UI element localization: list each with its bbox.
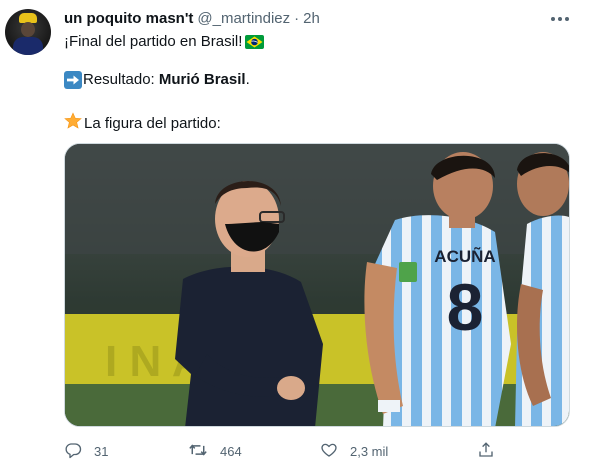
jersey-name: ACUÑA — [434, 246, 495, 266]
tweet-header: un poquito masn't @_martindiez · 2h — [64, 10, 320, 27]
reply-icon — [64, 441, 82, 462]
separator-dot: · — [294, 10, 300, 27]
jersey-number: 8 — [447, 270, 484, 344]
result-period: . — [245, 71, 250, 88]
like-button[interactable]: 2,3 mil — [320, 441, 388, 462]
like-icon — [320, 441, 338, 462]
tweet-text-line-2: Resultado: Murió Brasil. — [64, 70, 250, 90]
tweet-text-line-1: ¡Final del partido en Brasil! — [64, 32, 265, 55]
reply-button[interactable]: 31 — [64, 441, 108, 462]
photo-scene: I N A P ACUÑA 8 — [65, 144, 569, 426]
retweet-button[interactable]: 464 — [188, 441, 242, 462]
tweet-timestamp[interactable]: 2h — [303, 10, 320, 27]
like-count: 2,3 mil — [350, 444, 389, 459]
figure-text: La figura del partido: — [84, 115, 221, 132]
star-icon — [64, 112, 82, 136]
result-label: Resultado: — [83, 71, 159, 88]
reply-count: 31 — [94, 444, 109, 459]
retweet-icon — [188, 441, 208, 462]
tweet[interactable]: un poquito masn't @_martindiez · 2h ¡Fin… — [0, 0, 596, 470]
more-icon[interactable] — [548, 8, 572, 30]
tweet-photo[interactable]: I N A P ACUÑA 8 — [64, 143, 570, 427]
result-value: Murió Brasil — [158, 71, 246, 88]
author-handle[interactable]: @_martindiez — [197, 10, 290, 27]
share-button[interactable] — [477, 441, 495, 462]
avatar[interactable] — [5, 9, 51, 55]
arrow-right-icon — [64, 71, 82, 89]
tweet-text-final: ¡Final del partido en Brasil! — [64, 33, 243, 50]
author-name[interactable]: un poquito masn't — [64, 10, 193, 27]
brazil-flag-icon — [245, 35, 265, 55]
share-icon — [477, 441, 495, 462]
tweet-actions: 31 464 2,3 mil — [64, 441, 584, 463]
retweet-count: 464 — [220, 444, 242, 459]
tweet-text-line-3: La figura del partido: — [64, 112, 221, 136]
